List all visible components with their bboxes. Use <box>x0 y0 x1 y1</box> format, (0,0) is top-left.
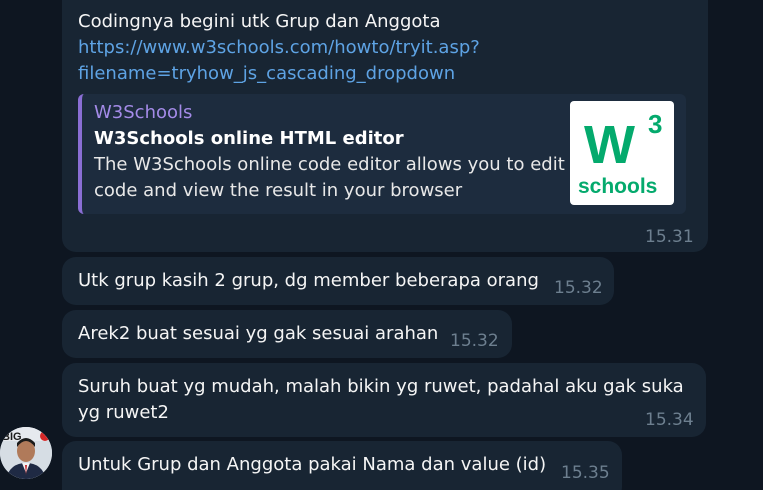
message-text: Suruh buat yg mudah, malah bikin yg ruwe… <box>78 376 684 397</box>
w3schools-logo-icon: W 3 schools <box>578 109 662 198</box>
w3-logo-sup: 3 <box>648 109 662 139</box>
link-preview-description: The W3Schools online code editor allows … <box>94 154 565 201</box>
link-preview-thumbnail: W 3 schools <box>570 101 674 205</box>
message-time: 15.32 <box>554 278 603 298</box>
message-bubble[interactable]: Suruh buat yg mudah, malah bikin yg ruwe… <box>62 363 706 437</box>
message-time: 15.32 <box>450 331 499 351</box>
message-text: Codingnya begini utk Grup dan Anggota <box>78 11 441 32</box>
w3-logo-main: W <box>584 115 635 175</box>
message-text: Untuk Grup dan Anggota pakai Nama dan va… <box>78 454 547 475</box>
message-bubble[interactable]: Utk grup kasih 2 grup, dg member beberap… <box>62 257 614 305</box>
message-text: yg ruwet2 <box>78 402 169 423</box>
message-bubble[interactable]: Untuk Grup dan Anggota pakai Nama dan va… <box>62 441 622 490</box>
message-time: 15.31 <box>645 227 694 247</box>
link-preview-title: W3Schools online HTML editor <box>94 128 404 149</box>
message-link[interactable]: filename=tryhow_js_cascading_dropdown <box>78 61 455 87</box>
link-preview[interactable]: W3Schools W3Schools online HTML editor T… <box>78 94 686 214</box>
avatar[interactable]: BIG <box>0 427 52 479</box>
message-text: Arek2 buat sesuai yg gak sesuai arahan <box>78 323 439 344</box>
chat-area: Codingnya begini utk Grup dan Anggota ht… <box>0 0 763 490</box>
message-link[interactable]: https://www.w3schools.com/howto/tryit.as… <box>78 35 480 61</box>
avatar-badge: BIG <box>2 431 22 443</box>
message-time: 15.34 <box>645 410 694 430</box>
message-time: 15.35 <box>561 463 610 483</box>
person-photo-icon: BIG <box>0 427 52 479</box>
message-bubble[interactable]: Arek2 buat sesuai yg gak sesuai arahan 1… <box>62 310 512 358</box>
message-bubble[interactable]: Codingnya begini utk Grup dan Anggota ht… <box>62 0 708 252</box>
message-text: Utk grup kasih 2 grup, dg member beberap… <box>78 270 539 291</box>
w3-logo-sub: schools <box>578 175 657 198</box>
link-preview-site: W3Schools <box>94 102 193 123</box>
